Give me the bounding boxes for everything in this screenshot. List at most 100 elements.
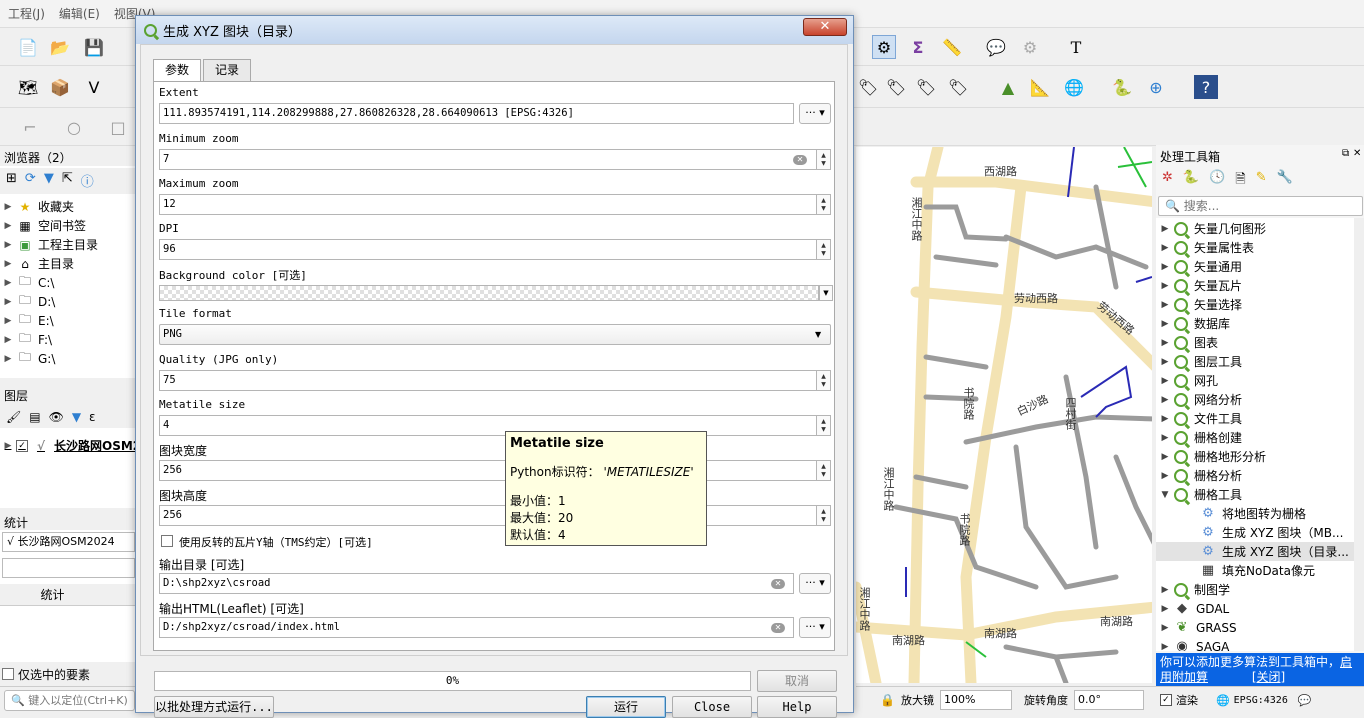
models-icon[interactable]: ✲ [1162, 170, 1173, 192]
toolbox-item[interactable]: ▼ 栅格工具 [1156, 485, 1242, 504]
help-button[interactable]: Help [757, 696, 837, 718]
toolbox-item[interactable]: ▶ 网络分析 [1156, 390, 1242, 409]
locator-input[interactable]: 🔍 键入以定位(Ctrl+K) [4, 690, 135, 711]
clear-icon[interactable]: ✕ [771, 623, 785, 633]
map-canvas[interactable]: 西湖路 湘江中路 劳动西路 劳动西路 书院路 白沙路 四村街 湘江中路 书院路 … [856, 147, 1152, 683]
eye-icon[interactable]: 👁 [49, 410, 64, 424]
style-brush-icon[interactable]: 🖌 [6, 410, 21, 424]
filter-icon[interactable]: ▼ [44, 171, 54, 191]
toolbox-item[interactable]: ⚙ 生成 XYZ 图块（MB... [1156, 523, 1343, 542]
bgcolor-picker[interactable] [159, 285, 819, 301]
tileformat-select[interactable]: PNG [159, 324, 831, 345]
label-rotate-icon[interactable]: 🏷 [914, 75, 938, 99]
globe-icon[interactable]: 🌐 [1062, 75, 1086, 99]
outdir-input[interactable]: D:\shp2xyz\csroad [159, 573, 794, 594]
stats-layer-select[interactable]: √ 长沙路网OSM2024 [2, 532, 135, 552]
tilewidth-input[interactable]: 256 [159, 460, 817, 481]
toolbox-item[interactable]: ⚙ 生成 XYZ 图块（目录... [1156, 542, 1354, 561]
python-icon[interactable]: 🐍 [1183, 170, 1199, 192]
browser-item-e[interactable]: ▶ 🗀 E:\ [0, 311, 54, 330]
chevron-right-icon[interactable]: ▶ [1156, 300, 1174, 310]
tileheight-spinner[interactable]: ▲ ▼ [817, 505, 831, 526]
chevron-right-icon[interactable]: ▶ [1156, 338, 1174, 348]
chevron-right-icon[interactable]: ▶ [0, 335, 16, 345]
measure-icon[interactable]: 📏 [940, 35, 964, 59]
add-group-icon[interactable]: ▤ [29, 410, 40, 424]
close-button[interactable]: Close [672, 696, 752, 718]
crs-label[interactable]: EPSG:4326 [1234, 695, 1288, 706]
chevron-right-icon[interactable]: ▶ [1156, 224, 1174, 234]
minzoom-spinner[interactable]: ▲ ▼ [817, 149, 831, 170]
chevron-right-icon[interactable]: ▶ [1156, 604, 1174, 614]
toolbox-item[interactable]: ▶ 矢量几何图形 [1156, 219, 1266, 238]
chevron-right-icon[interactable]: ▶ [0, 316, 16, 326]
annotation-icon[interactable]: 💬 [984, 35, 1008, 59]
clear-icon[interactable]: ✕ [771, 579, 785, 589]
toolbox-search-input[interactable]: 🔍 搜索... [1158, 196, 1363, 216]
chevron-right-icon[interactable]: ▶ [0, 441, 16, 451]
new-project-icon[interactable]: 📄 [16, 35, 40, 59]
chevron-right-icon[interactable]: ▶ [1156, 281, 1174, 291]
chevron-right-icon[interactable]: ▶ [1156, 357, 1174, 367]
chevron-right-icon[interactable]: ▶ [1156, 243, 1174, 253]
collapse-icon[interactable]: ⇱ [62, 171, 73, 191]
run-button[interactable]: 运行 [586, 696, 666, 718]
outdir-browse-button[interactable]: ··· ▾ [799, 573, 831, 594]
chevron-right-icon[interactable]: ▶ [0, 278, 16, 288]
label-edit-icon[interactable]: 🏷 [946, 75, 970, 99]
render-checkbox[interactable]: ✓ [1159, 694, 1172, 706]
toolbox-item[interactable]: ▶ 栅格地形分析 [1156, 447, 1266, 466]
menu-project[interactable]: 工程(J) [8, 5, 45, 22]
chevron-down-icon[interactable]: ▼ [815, 330, 821, 339]
statistics-sigma-icon[interactable]: Σ [906, 35, 930, 59]
chevron-right-icon[interactable]: ▶ [1156, 452, 1174, 462]
toolbox-item[interactable]: ▦ 填充NoData像元 [1156, 561, 1315, 580]
messages-icon[interactable]: 💬 [1298, 694, 1312, 707]
chevron-right-icon[interactable]: ▶ [1156, 471, 1174, 481]
chevron-right-icon[interactable]: ▶ [1156, 395, 1174, 405]
chevron-right-icon[interactable]: ▶ [1156, 414, 1174, 424]
options-wrench-icon[interactable]: 🔧 [1277, 170, 1293, 192]
extent-input[interactable]: 111.893574191,114.208299888,27.860826328… [159, 103, 794, 124]
text-tool-icon[interactable]: T [1064, 35, 1088, 59]
quality-input[interactable]: 75 [159, 370, 817, 391]
toolbox-item[interactable]: ▶ ❦ GRASS [1156, 618, 1237, 637]
chevron-right-icon[interactable]: ▶ [0, 354, 16, 364]
toolbox-item[interactable]: ▶ 制图学 [1156, 580, 1230, 599]
refresh-icon[interactable]: ⟳ [25, 171, 36, 191]
toolbox-item[interactable]: ▶ 矢量瓦片 [1156, 276, 1242, 295]
add-circle-icon[interactable]: ○ [62, 115, 86, 139]
dpi-input[interactable]: 96 [159, 239, 817, 260]
toolbox-item[interactable]: ▶ ◆ GDAL [1156, 599, 1230, 618]
add-layer-icon[interactable]: 🗺 [16, 75, 40, 99]
toolbox-item[interactable]: ▶ 文件工具 [1156, 409, 1242, 428]
chevron-right-icon[interactable]: ▶ [1156, 585, 1174, 595]
extent-options-button[interactable]: ··· ▾ [799, 103, 831, 124]
edit-features-icon[interactable]: ✎ [1256, 170, 1267, 192]
add-vector-icon[interactable]: V [82, 75, 106, 99]
outhtml-browse-button[interactable]: ··· ▾ [799, 617, 831, 638]
tab-parameters[interactable]: 参数 [153, 59, 201, 82]
tilewidth-spinner[interactable]: ▲ ▼ [817, 460, 831, 481]
stats-field-select[interactable] [2, 558, 135, 578]
browser-item-bookmarks[interactable]: ▶ ▦ 空间书签 [0, 216, 86, 235]
chevron-right-icon[interactable]: ▶ [0, 202, 16, 212]
chevron-right-icon[interactable]: ▶ [1156, 433, 1174, 443]
chevron-down-icon[interactable]: ▼ [819, 285, 833, 301]
settings-icon[interactable]: ⚙ [1018, 35, 1042, 59]
label-icon[interactable]: 🏷 [856, 75, 880, 99]
chevron-right-icon[interactable]: ▶ [0, 297, 16, 307]
chevron-down-icon[interactable]: ▼ [1156, 490, 1174, 500]
open-project-icon[interactable]: 📂 [48, 35, 72, 59]
add-package-icon[interactable]: 📦 [48, 75, 72, 99]
browser-item-project-home[interactable]: ▶ ▣ 工程主目录 [0, 235, 98, 254]
toolbox-scrollbar[interactable] [1354, 218, 1364, 651]
close-icon[interactable]: ✕ [803, 18, 847, 36]
toolbox-item[interactable]: ▶ 栅格分析 [1156, 466, 1242, 485]
crs-globe-icon[interactable]: 🌐 [1216, 694, 1230, 707]
stats-column-header[interactable]: 统计 [0, 584, 135, 606]
browser-item-g[interactable]: ▶ 🗀 G:\ [0, 349, 56, 368]
python-icon[interactable]: 🐍 [1110, 75, 1134, 99]
toolbox-item[interactable]: ▶ ◉ SAGA [1156, 637, 1230, 651]
layer-visibility-checkbox[interactable]: ✓ [16, 439, 28, 452]
